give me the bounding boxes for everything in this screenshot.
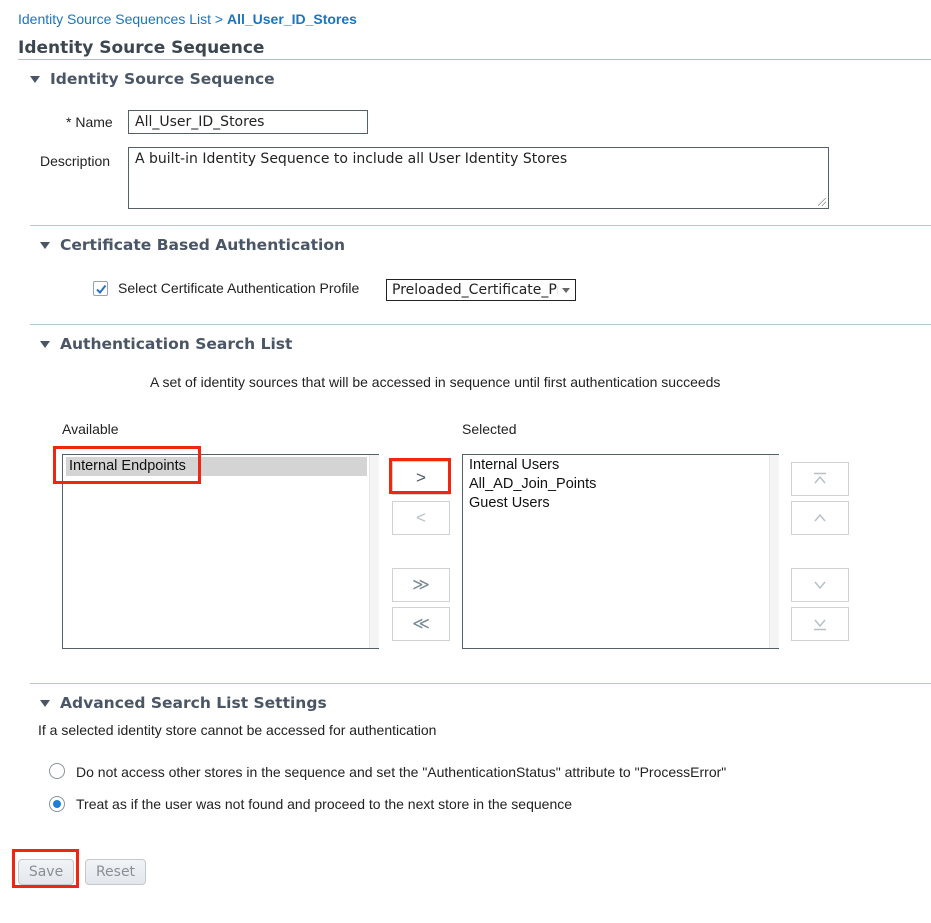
selected-item[interactable]: Internal Users (466, 456, 559, 475)
section-header-advanced[interactable]: Advanced Search List Settings (40, 694, 327, 712)
description-label: Description (40, 153, 111, 169)
collapse-triangle-icon (30, 75, 40, 83)
certificate-profile-checkbox[interactable] (93, 281, 108, 296)
advanced-intro: If a selected identity store cannot be a… (38, 722, 437, 738)
section-title: Identity Source Sequence (50, 70, 275, 88)
certificate-profile-value: Preloaded_Certificate_Pr (392, 282, 558, 298)
description-text: A built-in Identity Sequence to include … (135, 151, 568, 167)
collapse-triangle-icon (40, 241, 50, 249)
move-all-right-button[interactable]: ≫ (392, 568, 450, 602)
move-bottom-button[interactable] (791, 607, 849, 641)
section-divider (30, 225, 931, 226)
search-list-description: A set of identity sources that will be a… (150, 374, 721, 390)
radio-proceed-next-label[interactable]: Treat as if the user was not found and p… (76, 796, 572, 812)
move-left-button[interactable]: < (392, 501, 450, 535)
section-title: Certificate Based Authentication (60, 236, 346, 254)
breadcrumb-parent-link[interactable]: Identity Source Sequences List (18, 11, 211, 27)
radio-proceed-next[interactable] (49, 796, 65, 812)
selected-item[interactable]: All_AD_Join_Points (466, 475, 596, 494)
move-top-button[interactable] (791, 462, 849, 496)
breadcrumb: Identity Source Sequences List > All_Use… (18, 11, 357, 27)
section-title: Advanced Search List Settings (60, 694, 327, 712)
scrollbar[interactable] (769, 455, 779, 648)
name-label: * Name (66, 114, 113, 130)
chevron-up-icon (814, 513, 826, 522)
available-listbox[interactable]: Internal Endpoints (62, 454, 379, 649)
move-all-left-button[interactable]: ≪ (392, 607, 450, 641)
reset-button[interactable]: Reset (85, 859, 146, 885)
title-divider (18, 59, 931, 60)
description-textarea[interactable]: A built-in Identity Sequence to include … (128, 147, 829, 209)
available-label: Available (62, 421, 119, 437)
checkmark-icon (95, 284, 106, 294)
move-to-bottom-icon (814, 619, 826, 631)
collapse-triangle-icon (40, 699, 50, 707)
section-title: Authentication Search List (60, 335, 293, 353)
dropdown-arrow-icon (562, 287, 570, 293)
move-to-top-icon (814, 472, 826, 484)
save-button[interactable]: Save (18, 859, 74, 885)
radio-process-error-label[interactable]: Do not access other stores in the sequen… (76, 764, 726, 780)
section-divider (30, 683, 931, 684)
section-divider (30, 324, 931, 325)
selected-label: Selected (462, 421, 517, 437)
available-item[interactable]: Internal Endpoints (66, 457, 367, 476)
selected-listbox[interactable]: Internal Users All_AD_Join_Points Guest … (462, 454, 779, 649)
certificate-profile-label: Select Certificate Authentication Profil… (118, 280, 360, 296)
move-up-button[interactable] (791, 501, 849, 535)
breadcrumb-current: All_User_ID_Stores (226, 11, 357, 27)
page-title: Identity Source Sequence (18, 38, 265, 58)
section-header-certificate[interactable]: Certificate Based Authentication (40, 236, 345, 254)
selected-item[interactable]: Guest Users (466, 494, 550, 513)
chevron-down-icon (814, 581, 826, 590)
move-down-button[interactable] (791, 568, 849, 602)
scrollbar[interactable] (369, 455, 379, 648)
section-header-search-list[interactable]: Authentication Search List (40, 335, 292, 353)
radio-selected-dot (53, 800, 61, 808)
certificate-profile-select[interactable]: Preloaded_Certificate_Pr (386, 279, 576, 301)
breadcrumb-separator: > (214, 11, 224, 27)
radio-process-error[interactable] (49, 763, 65, 779)
section-header-identity[interactable]: Identity Source Sequence (30, 70, 275, 88)
resize-grip-icon[interactable] (818, 198, 826, 206)
move-right-button[interactable]: > (392, 461, 450, 495)
name-input[interactable]: All_User_ID_Stores (128, 110, 368, 134)
collapse-triangle-icon (40, 340, 50, 348)
